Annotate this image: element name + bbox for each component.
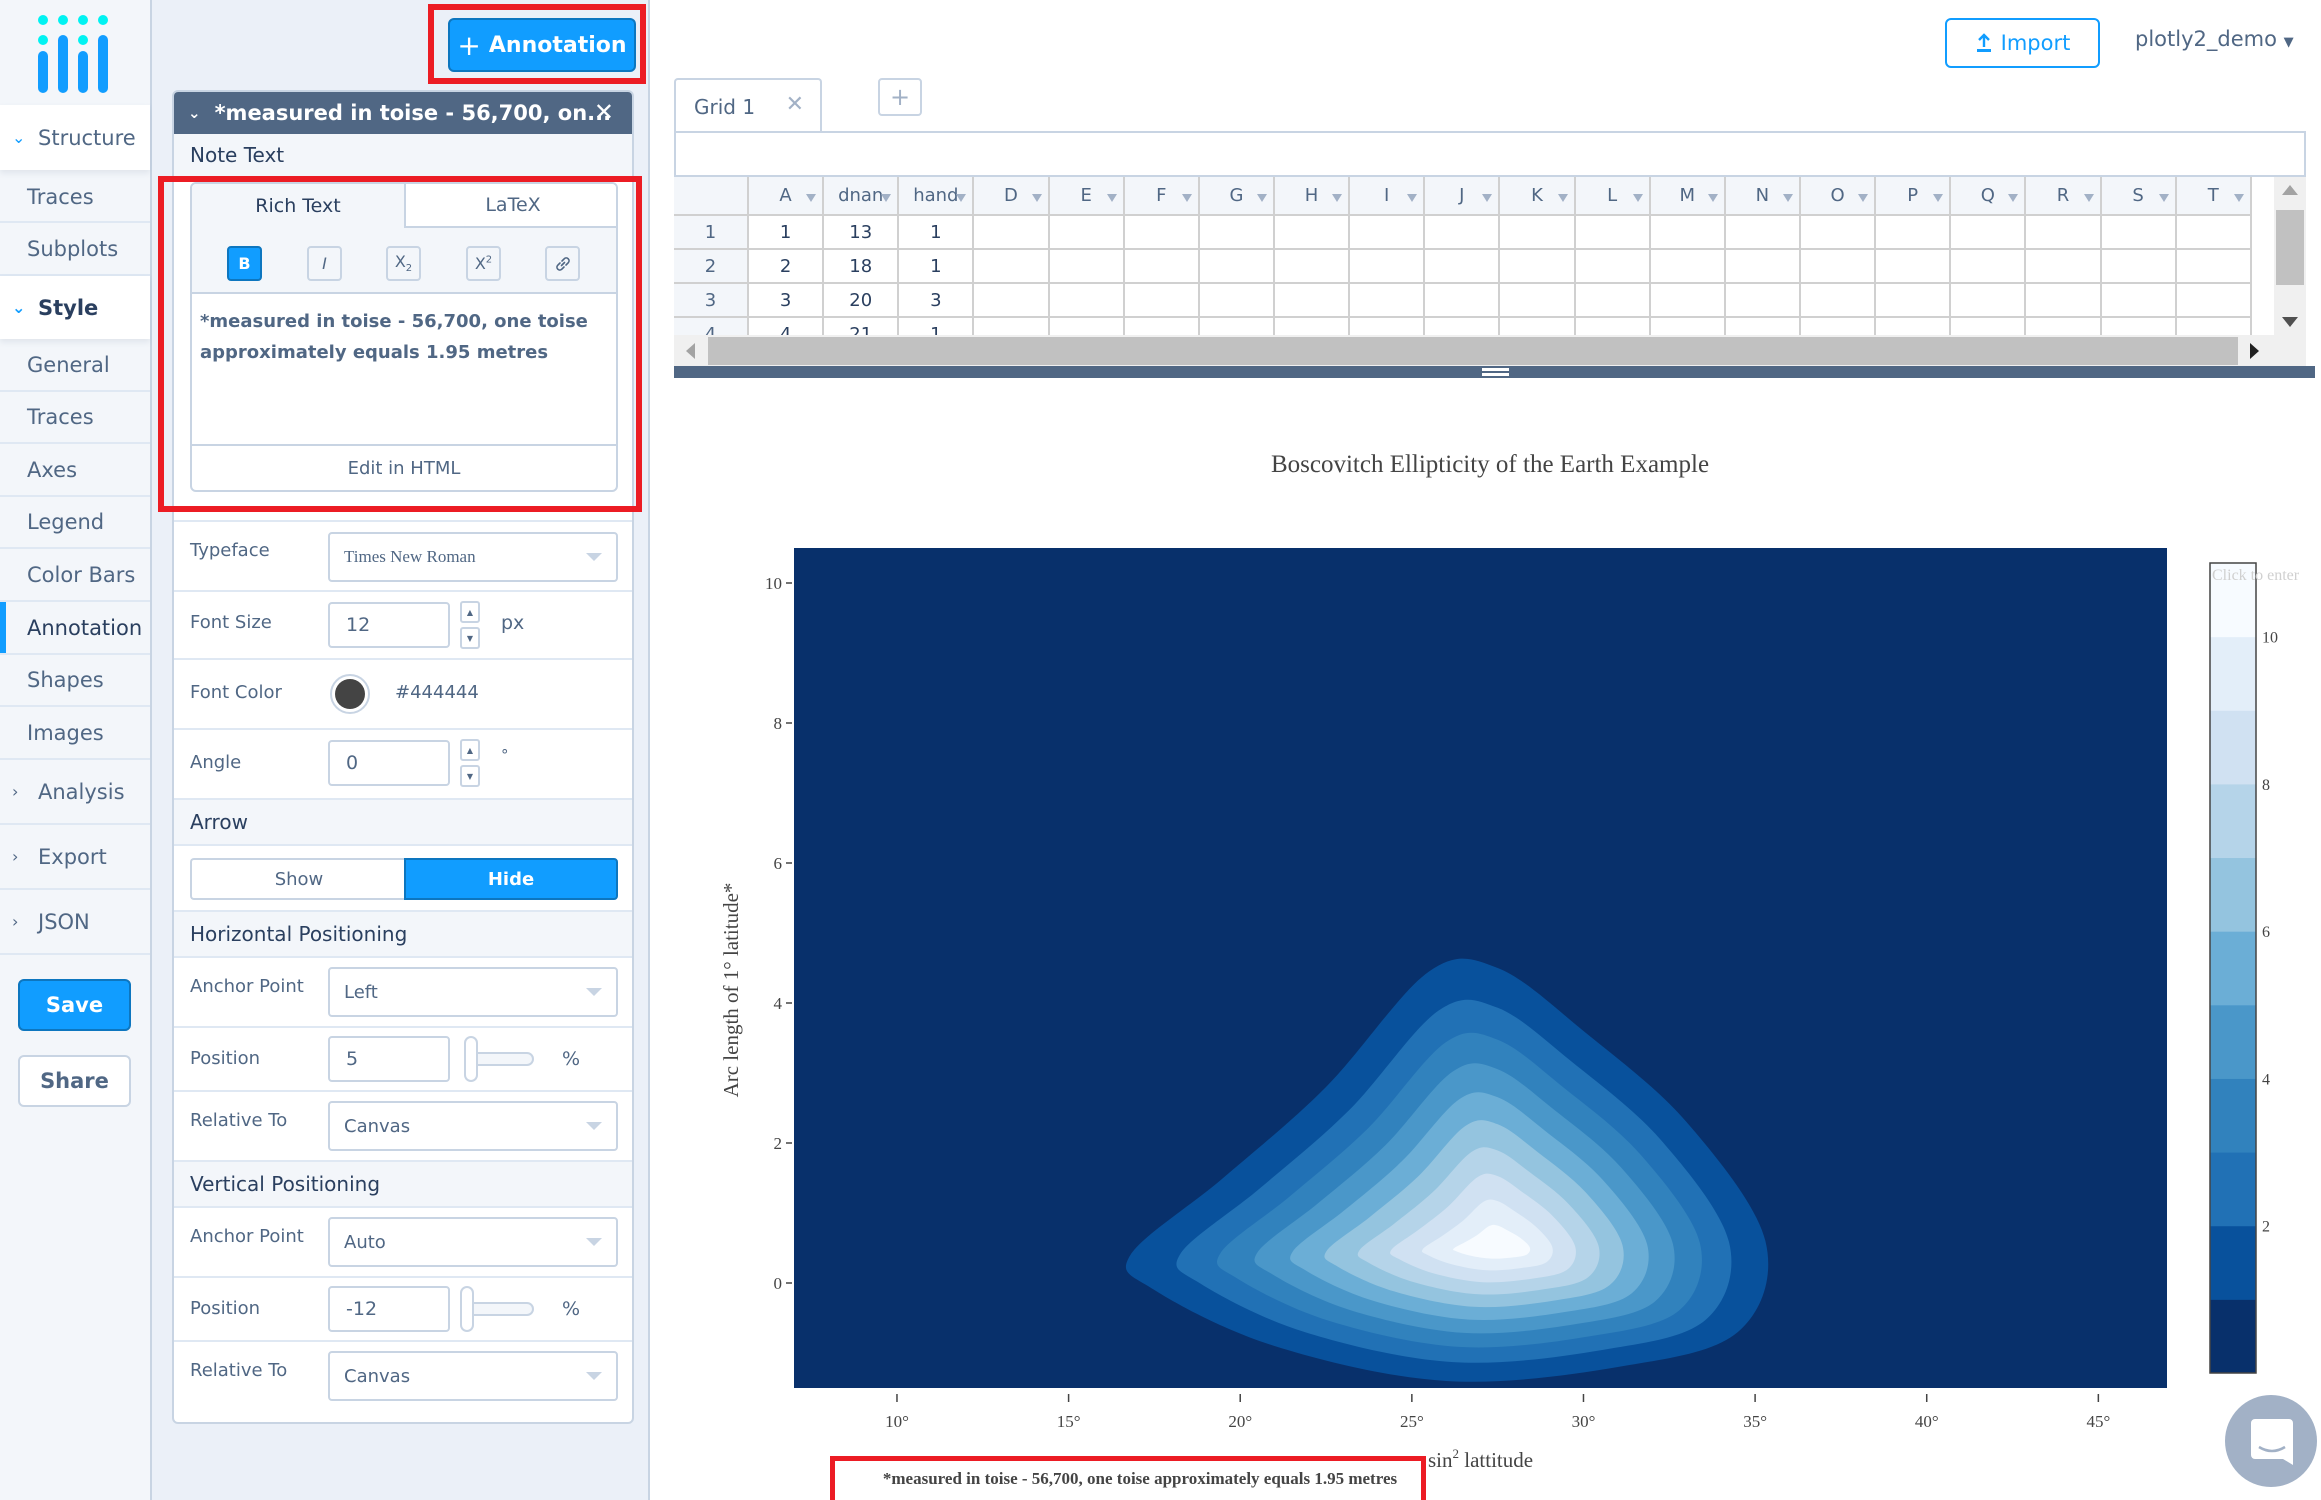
contour-chart: Boscovitch Ellipticity of the Earth Exam… — [719, 451, 2300, 1488]
x-tick-label: 30° — [1572, 1412, 1596, 1431]
x-tick-label: 10° — [885, 1412, 909, 1431]
colorbar-tick-label: 8 — [2262, 777, 2270, 794]
x-tick-label: 20° — [1228, 1412, 1252, 1431]
y-tick-label: 10 — [765, 574, 782, 593]
x-axis-title-rest: lattitude — [1459, 1448, 1533, 1472]
x-tick-label: 40° — [1915, 1412, 1939, 1431]
plot-area[interactable] — [794, 548, 2167, 1388]
colorbar-tick-label: 2 — [2262, 1219, 2270, 1236]
colorbar-band — [2210, 1225, 2256, 1300]
colorbar-band — [2210, 636, 2256, 711]
colorbar-tick-label: 4 — [2262, 1071, 2270, 1088]
colorbar-tick-label: 10 — [2262, 630, 2278, 647]
y-tick-label: 8 — [774, 714, 783, 733]
x-axis-title-base: sin — [1428, 1448, 1453, 1472]
x-axis-title[interactable]: sin2 lattitude — [1428, 1446, 1533, 1472]
colorbar-band — [2210, 1299, 2256, 1374]
colorbar-title-placeholder[interactable]: Click to enter — [2212, 567, 2300, 584]
colorbar-band — [2210, 931, 2256, 1006]
chat-icon — [2251, 1419, 2293, 1465]
y-axis: 0 2 4 6 8 10 — [765, 574, 792, 1293]
y-axis-title[interactable]: Arc length of 1° latitude* — [719, 883, 743, 1098]
y-tick-label: 6 — [774, 854, 783, 873]
x-axis: 10° 15° 20° 25° 30° 35° 40° 45° — [885, 1394, 2110, 1431]
y-tick-label: 0 — [774, 1274, 783, 1293]
colorbar-band — [2210, 783, 2256, 859]
colorbar-band — [2210, 857, 2256, 932]
x-tick-label: 35° — [1743, 1412, 1767, 1431]
colorbar[interactable]: 2 4 6 8 10 Click to enter — [2209, 562, 2300, 1374]
x-tick-label: 15° — [1057, 1412, 1081, 1431]
y-tick-label: 2 — [774, 1134, 783, 1153]
x-tick-label: 45° — [2086, 1412, 2110, 1431]
chart-annotation[interactable]: *measured in toise - 56,700, one toise a… — [883, 1469, 1398, 1488]
colorbar-band — [2210, 1152, 2256, 1227]
chart-title[interactable]: Boscovitch Ellipticity of the Earth Exam… — [1271, 451, 1709, 478]
x-tick-label: 25° — [1400, 1412, 1424, 1431]
y-tick-label: 4 — [774, 994, 783, 1013]
chat-support-button[interactable] — [2225, 1395, 2317, 1487]
colorbar-band — [2210, 1004, 2256, 1079]
colorbar-band — [2210, 710, 2256, 785]
colorbar-band — [2210, 1078, 2256, 1153]
colorbar-tick-label: 6 — [2262, 924, 2270, 941]
